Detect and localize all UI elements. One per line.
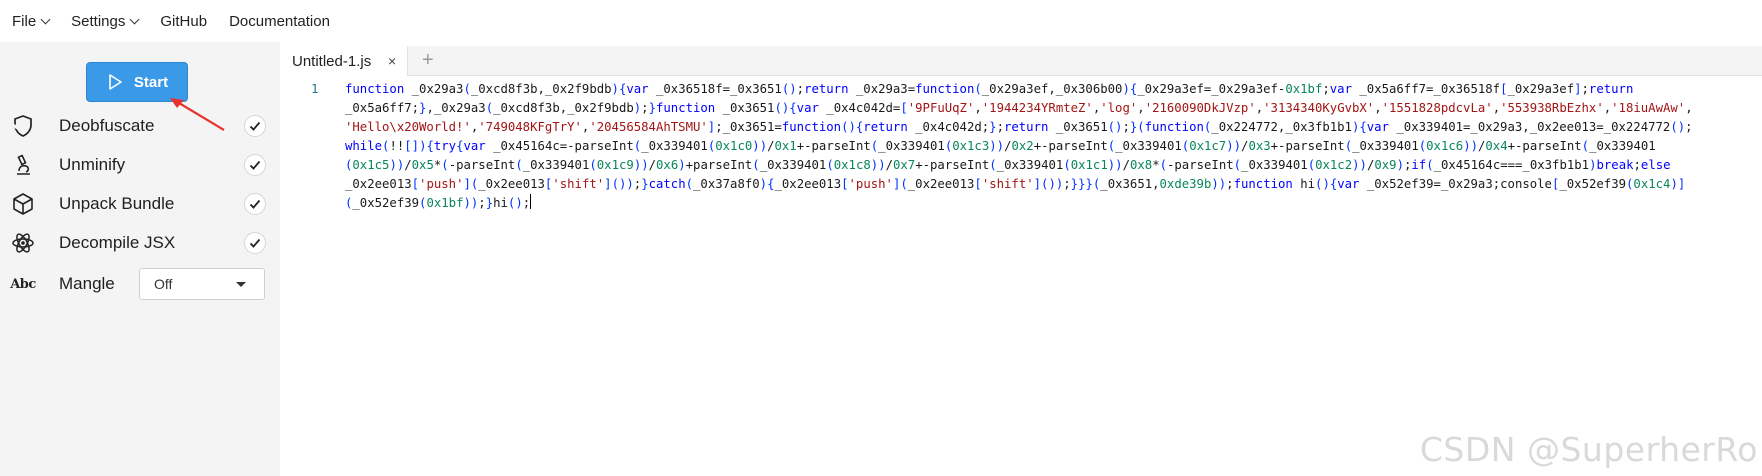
add-tab-icon[interactable]: + — [422, 49, 434, 72]
unpack-bundle-checkbox[interactable] — [244, 193, 266, 215]
option-mangle-label: Mangle — [59, 274, 115, 293]
shield-icon — [10, 113, 36, 139]
code-line: (_0x52ef39(0x1bf));}hi(); — [345, 194, 532, 210]
code-content[interactable]: function _0x29a3(_0xcd8f3b,_0x2f9bdb){va… — [345, 80, 1745, 260]
menu-file-label: File — [12, 12, 37, 30]
check-icon — [249, 121, 261, 131]
unminify-checkbox[interactable] — [244, 154, 266, 176]
atom-icon — [10, 230, 36, 256]
code-line: while(!![]){try{var _0x45164c=-parseInt(… — [345, 139, 1656, 153]
editor-tab-bar: Untitled-1.js × + — [280, 46, 1762, 76]
chevron-down-icon — [129, 14, 140, 24]
tab-untitled-1[interactable]: Untitled-1.js × — [280, 46, 408, 76]
microscope-icon — [10, 152, 36, 178]
check-icon — [249, 199, 261, 209]
abc-icon-text: Abc — [10, 276, 36, 292]
menu-documentation-label: Documentation — [229, 12, 330, 30]
chevron-down-icon — [40, 14, 51, 24]
option-unminify-label: Unminify — [59, 155, 126, 174]
menu-bar: File Settings GitHub Documentation — [0, 0, 1762, 42]
check-icon — [249, 160, 261, 170]
option-decompile-jsx: Decompile JSX — [0, 221, 280, 265]
deobfuscate-checkbox[interactable] — [244, 115, 266, 137]
line-gutter: 1 — [280, 78, 322, 278]
option-mangle: Abc Mangle Off — [0, 262, 280, 306]
line-number: 1 — [311, 81, 319, 96]
option-unpack-bundle: Unpack Bundle — [0, 182, 280, 226]
caret-down-icon — [236, 282, 246, 287]
mangle-select[interactable]: Off — [139, 268, 265, 300]
check-icon — [249, 238, 261, 248]
code-line: (0x1c5))/0x5*(-parseInt(_0x339401(0x1c9)… — [345, 158, 1671, 172]
watermark: CSDN @SuperherRo — [1419, 430, 1758, 469]
tab-title: Untitled-1.js — [292, 52, 372, 70]
menu-github[interactable]: GitHub — [160, 13, 207, 30]
option-decompile-jsx-label: Decompile JSX — [59, 233, 176, 252]
menu-settings[interactable]: Settings — [71, 12, 140, 30]
package-icon — [10, 191, 36, 217]
mangle-select-value: Off — [154, 276, 173, 292]
code-line: 'Hello\x20World!','749048KFgTrY','204565… — [345, 120, 1693, 134]
option-deobfuscate-label: Deobfuscate — [59, 116, 155, 135]
code-line: _0x5a6ff7;},_0x29a3(_0xcd8f3b,_0x2f9bdb)… — [345, 101, 1693, 115]
code-line: function _0x29a3(_0xcd8f3b,_0x2f9bdb){va… — [345, 82, 1634, 96]
decompile-jsx-checkbox[interactable] — [244, 232, 266, 254]
code-editor: Untitled-1.js × + 1 function _0x29a3(_0x… — [280, 46, 1762, 476]
menu-documentation[interactable]: Documentation — [229, 13, 330, 30]
option-unminify: Unminify — [0, 143, 280, 187]
abc-icon: Abc — [10, 271, 36, 297]
option-deobfuscate: Deobfuscate — [0, 104, 280, 148]
menu-settings-label: Settings — [71, 12, 126, 30]
start-button-label: Start — [133, 73, 169, 91]
sidebar: Start Deobfuscate Unminify Unpack Bundle — [0, 42, 280, 476]
menu-github-label: GitHub — [160, 12, 208, 30]
option-unpack-bundle-label: Unpack Bundle — [59, 194, 175, 213]
close-icon[interactable]: × — [388, 53, 396, 69]
code-line: _0x2ee013['push'](_0x2ee013['shift']());… — [345, 177, 1686, 191]
menu-file[interactable]: File — [12, 12, 51, 30]
play-icon — [109, 74, 122, 90]
